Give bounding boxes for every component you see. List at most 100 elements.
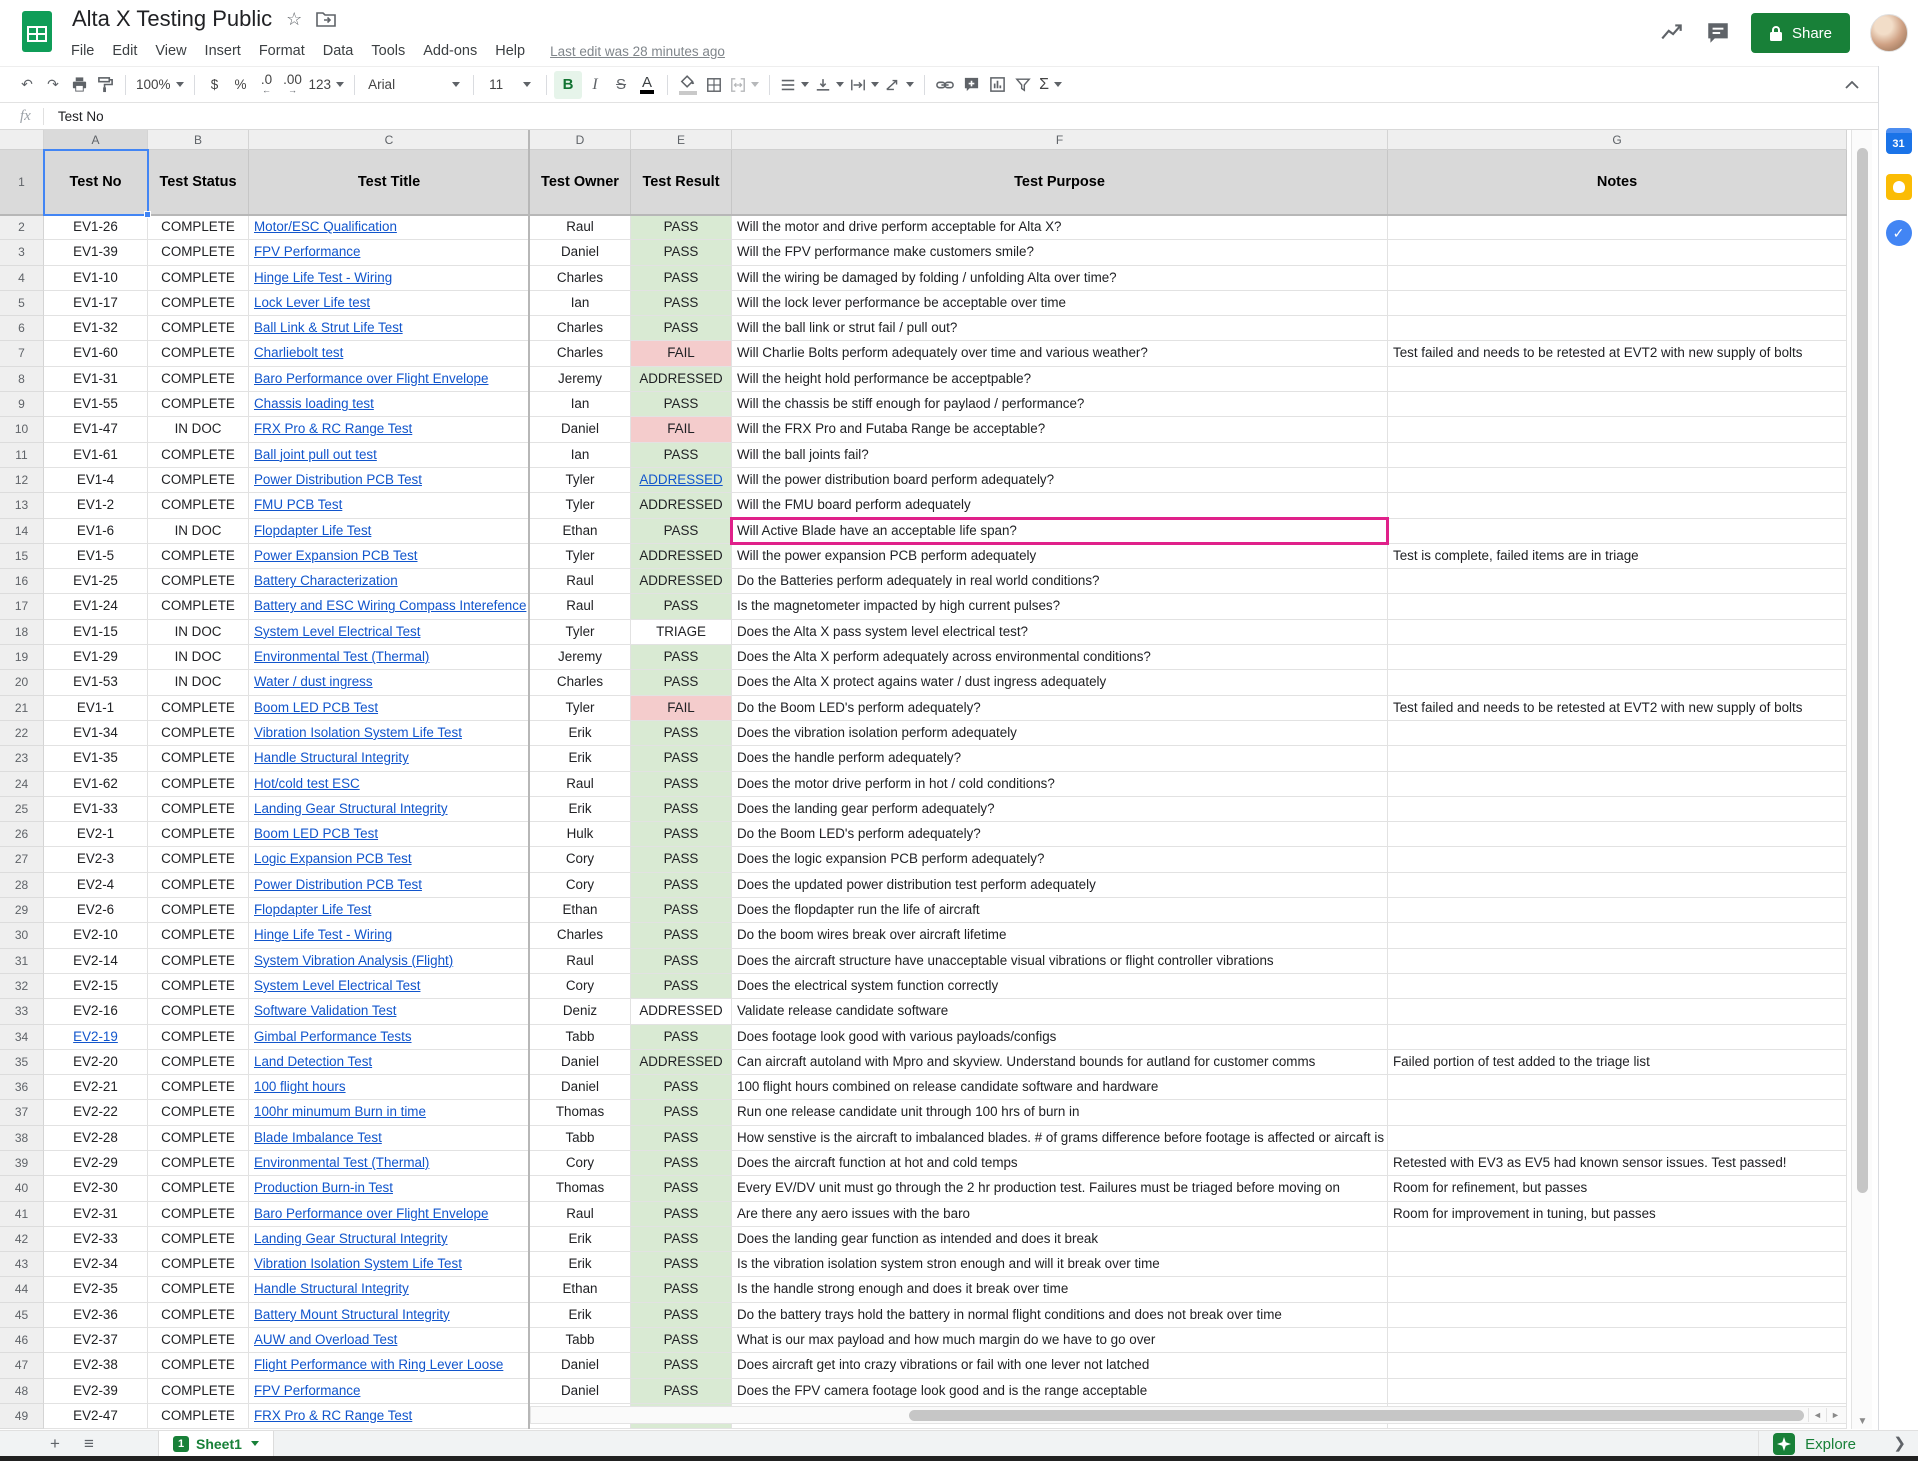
cell-test-purpose[interactable]: Does the Alta X pass system level electr… [732,620,1388,645]
cell-notes[interactable] [1388,519,1847,544]
redo-button[interactable]: ↷ [40,71,66,99]
cell-test-status[interactable]: COMPLETE [148,1379,249,1404]
cell-test-owner[interactable]: Ian [530,443,631,468]
cell-notes[interactable]: Failed portion of test added to the tria… [1388,1050,1847,1075]
cell-test-no[interactable]: EV1-24 [44,594,148,619]
cell-test-owner[interactable]: Erik [530,797,631,822]
cell-test-purpose[interactable]: Will the ball joints fail? [732,443,1388,468]
cell-test-result[interactable]: PASS [631,670,732,695]
row-header-9[interactable]: 9 [0,392,44,417]
cell-test-no[interactable]: EV2-10 [44,923,148,948]
row-header-8[interactable]: 8 [0,367,44,392]
header-cell[interactable]: Test Title [249,150,530,215]
cell-test-status[interactable]: COMPLETE [148,923,249,948]
cell-test-purpose[interactable]: Will the FMU board perform adequately [732,493,1388,518]
cell-test-status[interactable]: COMPLETE [148,367,249,392]
cell-notes[interactable] [1388,645,1847,670]
cell-test-result[interactable]: PASS [631,1252,732,1277]
insert-comment-button[interactable] [958,71,984,99]
cell-test-title-link[interactable]: Hot/cold test ESC [249,772,530,797]
cell-test-result[interactable]: PASS [631,316,732,341]
scroll-right-button[interactable]: ► [1826,1408,1844,1422]
cell-test-result[interactable]: PASS [631,1328,732,1353]
cell-test-no[interactable]: EV2-35 [44,1277,148,1302]
row-header-40[interactable]: 40 [0,1176,44,1201]
cell-notes[interactable] [1388,873,1847,898]
cell-test-purpose[interactable]: Does the landing gear perform adequately… [732,797,1388,822]
row-header-38[interactable]: 38 [0,1126,44,1151]
cell-test-purpose[interactable]: Validate release candidate software [732,999,1388,1024]
cell-test-purpose[interactable]: Does the Alta X protect agains water / d… [732,670,1388,695]
cell-test-no[interactable]: EV2-1 [44,822,148,847]
cell-test-no[interactable]: EV1-32 [44,316,148,341]
cell-test-result[interactable]: PASS [631,873,732,898]
cell-test-purpose[interactable]: Every EV/DV unit must go through the 2 h… [732,1176,1388,1201]
cell-test-title-link[interactable]: Boom LED PCB Test [249,696,530,721]
cell-test-result[interactable]: PASS [631,240,732,265]
cell-test-owner[interactable]: Jeremy [530,367,631,392]
format-percent-button[interactable]: % [228,71,254,99]
cell-test-result[interactable]: PASS [631,1075,732,1100]
cell-test-owner[interactable]: Cory [530,873,631,898]
cell-test-status[interactable]: IN DOC [148,519,249,544]
cell-test-owner[interactable]: Erik [530,721,631,746]
decrease-decimal-button[interactable]: .0← [254,71,280,99]
cell-test-status[interactable]: COMPLETE [148,1227,249,1252]
cell-test-purpose[interactable]: Will the height hold performance be acce… [732,367,1388,392]
formula-input[interactable]: Test No [58,109,104,124]
cell-test-status[interactable]: COMPLETE [148,240,249,265]
cell-test-purpose[interactable]: Will the ball link or strut fail / pull … [732,316,1388,341]
cell-test-result[interactable]: PASS [631,645,732,670]
header-cell[interactable]: Notes [1388,150,1847,215]
cell-test-owner[interactable]: Raul [530,594,631,619]
cell-test-result[interactable]: ADDRESSED [631,569,732,594]
menu-data[interactable]: Data [314,38,363,64]
cell-test-no[interactable]: EV2-21 [44,1075,148,1100]
cell-test-no[interactable]: EV2-14 [44,949,148,974]
cell-test-no[interactable]: EV1-47 [44,417,148,442]
cell-notes[interactable] [1388,1252,1847,1277]
cell-test-result[interactable]: PASS [631,392,732,417]
italic-button[interactable]: I [582,71,608,99]
row-header-7[interactable]: 7 [0,341,44,366]
cell-test-status[interactable]: COMPLETE [148,266,249,291]
cell-test-status[interactable]: COMPLETE [148,746,249,771]
merge-cells-button[interactable] [727,71,762,99]
cell-test-no[interactable]: EV1-5 [44,544,148,569]
header-cell[interactable]: Test No [44,150,148,215]
cell-test-title-link[interactable]: Flight Performance with Ring Lever Loose [249,1353,530,1378]
font-size-select[interactable]: 11 [481,71,539,99]
cell-notes[interactable] [1388,923,1847,948]
cell-test-status[interactable]: COMPLETE [148,797,249,822]
cell-test-purpose[interactable]: Is the handle strong enough and does it … [732,1277,1388,1302]
cell-test-title-link[interactable]: FRX Pro & RC Range Test [249,417,530,442]
more-formats-select[interactable]: 123 [306,71,348,99]
cell-test-result[interactable]: PASS [631,1227,732,1252]
spreadsheet-grid[interactable]: ABCDEFG1Test NoTest StatusTest TitleTest… [0,130,1847,1430]
menu-insert[interactable]: Insert [196,38,250,64]
row-header-10[interactable]: 10 [0,417,44,442]
cell-test-title-link[interactable]: Blade Imbalance Test [249,1126,530,1151]
cell-test-title-link[interactable]: Ball Link & Strut Life Test [249,316,530,341]
cell-test-title-link[interactable]: Logic Expansion PCB Test [249,847,530,872]
cell-test-no[interactable]: EV1-26 [44,215,148,240]
insert-chart-button[interactable] [984,71,1010,99]
cell-test-status[interactable]: COMPLETE [148,1075,249,1100]
cell-test-title-link[interactable]: Software Validation Test [249,999,530,1024]
cell-test-title-link[interactable]: Baro Performance over Flight Envelope [249,367,530,392]
cell-test-purpose[interactable]: Will the power expansion PCB perform ade… [732,544,1388,569]
cell-test-no[interactable]: EV1-29 [44,645,148,670]
keep-icon[interactable] [1886,174,1912,200]
cell-test-purpose[interactable]: Will the power distribution board perfor… [732,468,1388,493]
cell-test-owner[interactable]: Daniel [530,1353,631,1378]
row-header-20[interactable]: 20 [0,670,44,695]
cell-test-purpose[interactable]: Does the landing gear function as intend… [732,1227,1388,1252]
cell-test-purpose[interactable]: Does the handle perform adequately? [732,746,1388,771]
share-button[interactable]: Share [1751,13,1850,53]
cell-test-result[interactable]: PASS [631,1202,732,1227]
cell-test-status[interactable]: COMPLETE [148,1176,249,1201]
cell-test-status[interactable]: COMPLETE [148,822,249,847]
cell-test-title-link[interactable]: FMU PCB Test [249,493,530,518]
cell-test-title-link[interactable]: FPV Performance [249,240,530,265]
cell-test-title-link[interactable]: Flopdapter Life Test [249,898,530,923]
